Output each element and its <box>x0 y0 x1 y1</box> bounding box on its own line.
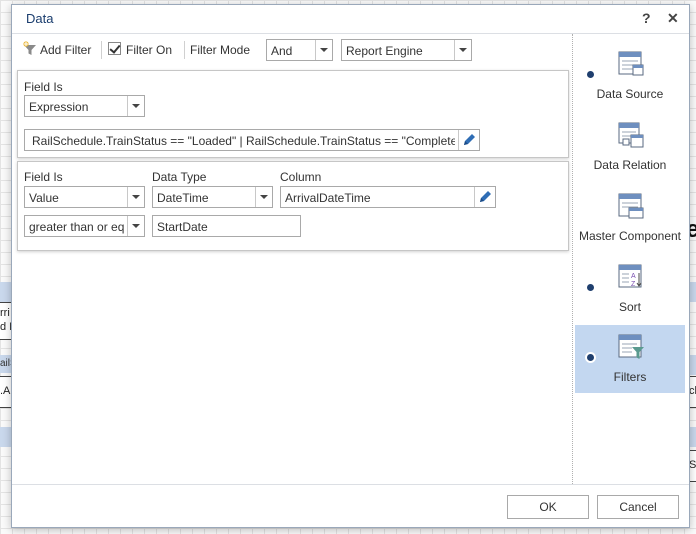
data-source-icon <box>618 51 644 76</box>
data-dialog: Data ? ✕ Add Filter Filter On Filter Mod… <box>11 4 690 528</box>
data-type-value: DateTime <box>157 191 209 205</box>
master-component-icon <box>618 193 644 219</box>
column-value: ArrivalDateTime <box>285 191 371 205</box>
filter-mode-label: Filter Mode <box>190 43 251 57</box>
sidebar-item-label: Data Relation <box>593 158 667 172</box>
edit-expression-button[interactable] <box>458 130 479 150</box>
column-field[interactable]: ArrivalDateTime <box>280 186 496 208</box>
filter-on-label: Filter On <box>126 43 173 57</box>
chevron-down-icon <box>454 40 471 60</box>
pencil-icon <box>464 134 475 145</box>
filter-value-field[interactable]: StartDate <box>152 215 301 237</box>
indicator-dot <box>587 354 594 361</box>
add-filter-button[interactable]: Add Filter <box>18 38 94 62</box>
filter-mode-value: And <box>271 44 293 58</box>
sidebar-item-label: Master Component <box>578 229 682 243</box>
chevron-down-icon <box>127 96 144 116</box>
filter-panel-value: Field Is Data Type Column Value DateTime… <box>17 161 569 251</box>
indicator-dot <box>587 71 594 78</box>
dialog-footer: OK Cancel <box>12 484 689 528</box>
engine-value: Report Engine <box>346 44 423 58</box>
pencil-icon <box>480 191 491 202</box>
field-is-select[interactable]: Value <box>24 186 145 208</box>
background-band: ailS <box>0 355 17 373</box>
indicator-dot <box>587 284 594 291</box>
sidebar-item-label: Data Source <box>596 87 664 101</box>
chevron-down-icon <box>255 187 272 207</box>
ok-button[interactable]: OK <box>507 495 589 519</box>
filters-icon <box>618 334 644 359</box>
toolbar-separator <box>184 41 185 59</box>
expression-field[interactable]: RailSchedule.TrainStatus == "Loaded" | R… <box>24 129 480 151</box>
sidebar-item-data-source[interactable]: Data Source <box>575 42 685 110</box>
background-band <box>0 427 11 447</box>
edit-column-button[interactable] <box>474 187 495 207</box>
data-type-select[interactable]: DateTime <box>152 186 273 208</box>
filters-area: Field Is Expression RailSchedule.TrainSt… <box>12 67 572 485</box>
sidebar-item-label: Filters <box>613 370 647 384</box>
help-button[interactable]: ? <box>642 10 651 26</box>
filter-on-checkbox[interactable] <box>108 42 121 55</box>
column-label: Column <box>280 170 322 184</box>
sidebar-item-filters[interactable]: Filters <box>575 325 685 393</box>
filter-toolbar: Add Filter Filter On Filter Mode And Rep… <box>18 38 568 64</box>
chevron-down-icon <box>127 216 144 236</box>
field-is-value: Value <box>29 191 59 205</box>
data-sections-sidebar: Data Source Data Relation Master Compone… <box>574 34 687 484</box>
filter-panel-expression: Field Is Expression RailSchedule.TrainSt… <box>17 70 569 158</box>
sort-icon: A Z <box>618 264 642 288</box>
condition-select[interactable]: greater than or equal to <box>24 215 145 237</box>
filter-mode-select[interactable]: And <box>266 39 333 61</box>
sidebar-item-label: Sort <box>618 300 641 314</box>
chevron-down-icon <box>127 187 144 207</box>
sidebar-item-sort[interactable]: A Z Sort <box>575 255 685 323</box>
toolbar-separator <box>101 41 102 59</box>
filter-on-toggle[interactable]: Filter On <box>106 38 182 62</box>
engine-select[interactable]: Report Engine <box>341 39 472 61</box>
condition-value: greater than or equal to <box>29 220 124 234</box>
dialog-title: Data <box>26 11 54 26</box>
field-is-value: Expression <box>29 100 89 114</box>
panel-divider <box>572 34 573 484</box>
sidebar-item-data-relation[interactable]: Data Relation <box>575 113 685 181</box>
filter-value: StartDate <box>157 220 208 234</box>
add-filter-label: Add Filter <box>40 43 92 57</box>
field-is-label: Field Is <box>24 80 63 94</box>
field-is-select[interactable]: Expression <box>24 95 145 117</box>
expression-value: RailSchedule.TrainStatus == "Loaded" | R… <box>32 134 455 148</box>
data-type-label: Data Type <box>152 170 207 184</box>
chevron-down-icon <box>315 40 332 60</box>
svg-text:A: A <box>631 273 636 280</box>
svg-text:Z: Z <box>631 281 636 288</box>
close-button[interactable]: ✕ <box>667 10 679 27</box>
dialog-titlebar: Data ? ✕ <box>12 5 689 34</box>
add-filter-icon <box>23 41 36 55</box>
background-band <box>0 282 11 302</box>
sidebar-item-master-component[interactable]: Master Component <box>575 184 685 252</box>
data-relation-icon <box>618 122 644 148</box>
field-is-label: Field Is <box>24 170 63 184</box>
cancel-button[interactable]: Cancel <box>597 495 679 519</box>
